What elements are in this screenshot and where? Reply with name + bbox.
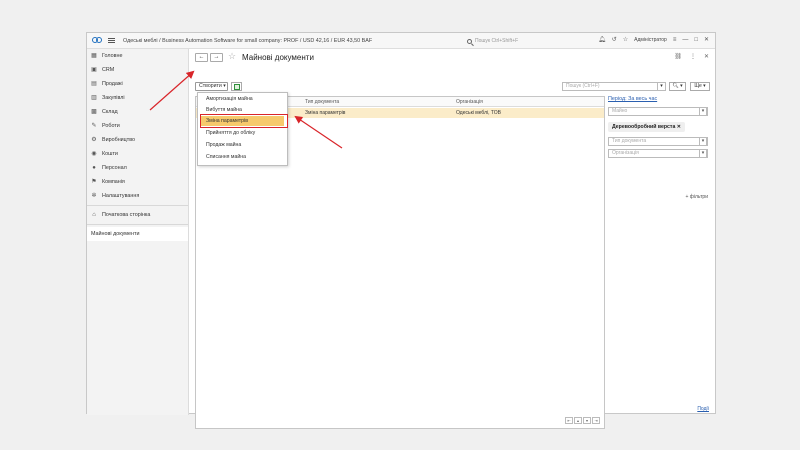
pager-down-button[interactable]: ▾ — [583, 417, 591, 424]
sidebar-item-settings[interactable]: ✲ Налаштування — [87, 189, 188, 203]
sidebar-item-crm[interactable]: ▣ CRM — [87, 63, 188, 77]
bell-icon[interactable]: 🔔︎ — [598, 36, 606, 43]
history-icon[interactable]: ↺ — [612, 36, 617, 43]
pager-up-button[interactable]: ▴ — [574, 417, 582, 424]
sidebar-item-money[interactable]: ◉ Кошти — [87, 147, 188, 161]
create-menu: Амортизація майна Вибуття майна Зміна па… — [197, 92, 288, 166]
user-name[interactable]: Адміністратор — [634, 37, 667, 43]
link-icon[interactable]: ⛓ — [674, 53, 682, 60]
menu-item[interactable]: Списання майна — [206, 154, 246, 160]
menu-item[interactable]: Вибуття майна — [206, 107, 242, 113]
sidebar-item-works[interactable]: ✎ Роботи — [87, 119, 188, 133]
more-vert-icon[interactable]: ⋮ — [690, 53, 696, 60]
period-link[interactable]: Період: За весь час — [608, 96, 657, 102]
annotation-highlight-box — [200, 114, 288, 128]
sales-icon: ▤ — [91, 81, 97, 87]
sidebar-item-purchases[interactable]: ▥ Закупівлі — [87, 91, 188, 105]
sidebar-item-sales[interactable]: ▤ Продажі — [87, 77, 188, 91]
app-logo-icon — [92, 37, 102, 44]
sidebar-item-main[interactable]: ▦ Головне — [87, 49, 188, 63]
search-icon — [467, 38, 472, 44]
forward-button[interactable]: → — [210, 53, 223, 62]
column-header[interactable]: Організація — [456, 99, 483, 105]
header-icons: ⛓ ⋮ ✕ — [674, 53, 709, 60]
sidebar-item-warehouse[interactable]: ▩ Склад — [87, 105, 188, 119]
cell-organization: Одеські меблі, ТОВ — [456, 110, 501, 116]
cell-doc-type: Зміна параметрів — [305, 110, 346, 116]
sidebar-item-company[interactable]: ⚑ Компанія — [87, 175, 188, 189]
close-icon[interactable]: ✕ — [704, 36, 709, 43]
pager-first-button[interactable]: ⇤ — [565, 417, 573, 424]
purchases-icon: ▥ — [91, 95, 97, 101]
property-filter-input[interactable]: Майно ▾ — [608, 107, 708, 116]
flag-icon: ⚑ — [91, 179, 97, 185]
person-icon: ● — [92, 165, 96, 171]
menu-item[interactable]: Продаж майна — [206, 142, 241, 148]
table-pager: ⇤ ▴ ▾ ⇥ — [565, 417, 600, 424]
window-title: Одеські меблі / Business Automation Soft… — [123, 37, 373, 44]
global-search-placeholder: Пошук Ctrl+Shift+F — [475, 38, 519, 44]
sidebar-open-document[interactable]: Майнові документи — [87, 227, 188, 241]
titlebar-icons: 🔔︎ ↺ ☆ Адміністратор ≡ — □ ✕ — [598, 36, 709, 44]
title-bar: Одеські меблі / Business Automation Soft… — [87, 33, 715, 49]
page-title: Майнові документи — [242, 53, 314, 62]
factory-icon: ⚙ — [91, 137, 97, 143]
sidebar-divider — [87, 224, 188, 225]
pager-last-button[interactable]: ⇥ — [592, 417, 600, 424]
sidebar: ▦ Головне ▣ CRM ▤ Продажі ▥ Закупівлі ▩ Склад… — [87, 49, 189, 415]
gear-icon: ✲ — [91, 193, 97, 199]
create-button[interactable]: Створити ▾ — [195, 82, 228, 91]
sidebar-item-production[interactable]: ⚙ Виробництво — [87, 133, 188, 147]
warehouse-icon: ▩ — [91, 109, 97, 115]
back-button[interactable]: ← — [195, 53, 208, 62]
doc-type-filter-input[interactable]: Тип документа ▾ — [608, 137, 708, 146]
remove-chip-icon[interactable]: ✕ — [677, 124, 681, 130]
menu-item[interactable]: Прийняття до обліку — [206, 130, 255, 136]
home-icon: ⌂ — [92, 212, 96, 218]
organization-filter-input[interactable]: Організація ▾ — [608, 149, 708, 158]
menu-item[interactable]: Амортизація майна — [206, 96, 253, 102]
close-form-icon[interactable]: ✕ — [704, 53, 709, 60]
star-icon[interactable]: ☆ — [623, 36, 628, 43]
favorite-star-icon[interactable]: ☆ — [228, 52, 236, 61]
search-go-button[interactable]: 🔍︎ ▾ — [669, 82, 686, 91]
column-header[interactable]: Тип документа — [305, 99, 339, 105]
app-window: Одеські меблі / Business Automation Soft… — [86, 32, 716, 429]
main-area: ← → ☆ Майнові документи ⛓ ⋮ ✕ Створити ▾… — [190, 49, 715, 429]
chevron-down-icon[interactable]: ▾ — [699, 107, 707, 116]
chevron-down-icon[interactable]: ▾ — [699, 149, 707, 158]
sidebar-home-page[interactable]: ⌂ Початкова сторінка — [87, 208, 188, 222]
sidebar-divider — [87, 205, 188, 206]
money-icon: ◉ — [91, 151, 97, 157]
save-icon[interactable] — [231, 82, 242, 91]
more-button[interactable]: Ще ▾ — [690, 82, 710, 91]
wrench-icon: ✎ — [91, 123, 97, 129]
menu-icon[interactable] — [108, 37, 115, 44]
minimize-icon[interactable]: — — [682, 37, 688, 43]
list-search-input[interactable]: Пошук (Ctrl+F) — [562, 82, 666, 91]
grid-icon: ▦ — [91, 53, 97, 59]
chevron-down-icon[interactable]: ▾ — [699, 137, 707, 146]
add-filter-link[interactable]: + фільтри — [685, 194, 708, 200]
filter-chip[interactable]: Деревообробний верста ✕ — [608, 122, 686, 132]
settings-icon[interactable]: ≡ — [673, 37, 677, 43]
chevron-down-icon: ▾ — [223, 83, 226, 89]
sidebar-item-personnel[interactable]: ● Персонал — [87, 161, 188, 175]
crm-icon: ▣ — [91, 67, 97, 73]
events-link[interactable]: Події — [697, 406, 709, 412]
maximize-icon[interactable]: □ — [694, 37, 698, 43]
search-dropdown-button[interactable]: ▾ — [657, 82, 666, 91]
global-search-input[interactable]: Пошук Ctrl+Shift+F — [467, 36, 587, 46]
